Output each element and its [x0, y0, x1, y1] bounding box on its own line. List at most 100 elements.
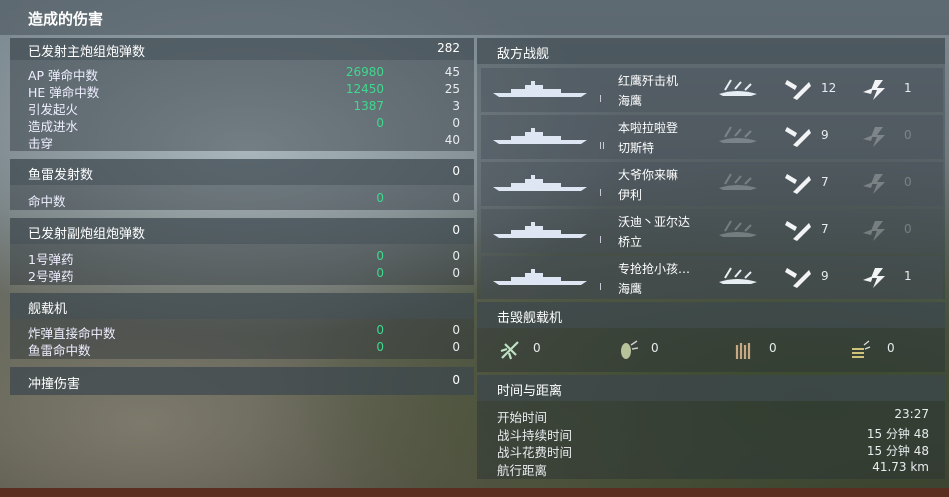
- enemy-panel: 敌方战舰 I 红鹰歼击机 海鹰 12 1 II 本啦拉啦登 切斯特 9 0 I 大爷你来嘛 伊利 7 0 I 沃…: [477, 38, 945, 479]
- ram-header: 冲撞伤害 0: [10, 367, 474, 395]
- player-name: 沃迪丶亚尔达: [618, 215, 691, 229]
- enemy-ship-row[interactable]: I 大爷你来嘛 伊利 7 0: [481, 162, 943, 206]
- stat-row: AP 弹命中数 26980 45: [10, 64, 474, 83]
- ship-name: 伊利: [618, 188, 643, 202]
- hit-count: 7: [821, 175, 829, 189]
- time-label: 航行距离: [497, 462, 548, 478]
- stat-value: 25: [444, 82, 460, 96]
- torpedo-count: 0: [452, 164, 460, 178]
- stat-row: HE 弹命中数 12450 25: [10, 81, 474, 100]
- stat-row: 引发起火 1387 3: [10, 98, 474, 117]
- stat-value: 0: [452, 116, 460, 130]
- player-name: 本啦拉啦登: [618, 121, 679, 135]
- secondary-body: 1号弹药 0 0 2号弹药 0 0: [10, 244, 474, 285]
- enemy-header: 敌方战舰: [477, 38, 945, 64]
- kill-icon: [861, 170, 891, 200]
- stat-label: 2号弹药: [28, 269, 74, 284]
- enemy-ship-row[interactable]: I 专抢抢小孩… 海鹰 9 1: [481, 256, 943, 299]
- planes-header: 击毁舰载机: [477, 302, 945, 328]
- stat-value: 0: [452, 323, 460, 337]
- torpedo-body: 命中数 0 0: [10, 185, 474, 210]
- stat-row: 鱼雷命中数 0 0: [10, 339, 474, 358]
- time-row: 开始时间 23:27: [477, 405, 945, 425]
- kill-count: 0: [904, 128, 912, 142]
- ship-name: 切斯特: [618, 141, 655, 155]
- time-value: 41.73 km: [872, 459, 929, 474]
- stat-value: 0: [452, 249, 460, 263]
- stat-damage: 12450: [345, 82, 384, 96]
- detection-icon: [717, 123, 761, 149]
- aircraft-label: 舰载机: [28, 302, 68, 317]
- fighter-plane-icon: [499, 339, 521, 365]
- ship-tier: II: [599, 141, 605, 152]
- enemy-ship-row[interactable]: I 红鹰歼击机海鹰 12 1: [481, 68, 943, 112]
- stat-value: 0: [452, 191, 460, 205]
- hit-icon: [783, 217, 813, 247]
- rockets-icon: [733, 339, 755, 365]
- stat-damage: 0: [376, 266, 384, 280]
- main-battery-body: AP 弹命中数 26980 45 HE 弹命中数 12450 25 引发起火 1387 3 …: [10, 60, 474, 151]
- detection-icon: [717, 264, 761, 290]
- kill-count: 0: [904, 222, 912, 236]
- time-row: 航行距离 41.73 km: [477, 458, 945, 478]
- detection-icon: [717, 217, 761, 243]
- player-name: 大爷你来嘛: [618, 168, 679, 182]
- time-value: 15 分钟 48: [866, 426, 929, 441]
- planes-rocket-count: 0: [769, 341, 777, 355]
- ship-name: 桥立: [618, 235, 643, 249]
- torpedo-label: 鱼雷发射数: [28, 168, 94, 183]
- planes-ammo-count: 0: [887, 341, 895, 355]
- enemy-ship-list[interactable]: I 红鹰歼击机 海鹰 12 1 II 本啦拉啦登 切斯特 9 0 I 大爷你来嘛 伊利 7 0 I 沃迪丶亚尔达…: [477, 64, 945, 299]
- time-row: 战斗花费时间 15 分钟 48: [477, 440, 945, 460]
- hit-icon: [783, 123, 813, 153]
- ship-name: 海鹰: [618, 94, 643, 108]
- enemy-ship-row[interactable]: II 本啦拉啦登 切斯特 9 0: [481, 115, 943, 159]
- stat-damage: 0: [376, 340, 384, 354]
- hit-icon: [783, 76, 813, 106]
- hit-icon: [783, 264, 813, 294]
- ship-tier: I: [599, 188, 602, 199]
- kill-icon: [861, 264, 891, 294]
- ship-name: 海鹰: [618, 282, 643, 296]
- kill-count: 1: [904, 269, 912, 283]
- time-header: 时间与距离: [477, 375, 945, 401]
- ram-count: 0: [452, 373, 460, 387]
- stat-label: 命中数: [28, 194, 66, 209]
- main-battery-header: 已发射主炮组炮弹数 282: [10, 38, 474, 60]
- kill-count: 1: [904, 81, 912, 95]
- player-name: 专抢抢小孩…: [618, 262, 691, 276]
- page-title: 造成的伤害: [28, 10, 104, 28]
- kill-icon: [861, 123, 891, 153]
- ammo-belt-icon: [849, 339, 871, 365]
- ram-label: 冲撞伤害: [28, 377, 81, 392]
- enemy-title: 敌方战舰: [497, 47, 550, 62]
- time-body: 开始时间 23:27 战斗持续时间 15 分钟 48 战斗花费时间 15 分钟 48 …: [477, 401, 945, 479]
- time-title: 时间与距离: [497, 384, 563, 399]
- time-value: 15 分钟 48: [866, 444, 929, 458]
- kill-icon: [861, 217, 891, 247]
- time-row: 战斗持续时间 15 分钟 48: [477, 423, 945, 443]
- ship-tier: I: [599, 282, 602, 293]
- hit-count: 12: [821, 81, 837, 95]
- stat-value: 40: [444, 133, 460, 147]
- stat-row: 击穿 40: [10, 132, 474, 151]
- stat-row: 2号弹药 0 0: [10, 265, 474, 284]
- hit-count: 9: [821, 269, 829, 283]
- ship-tier: I: [599, 94, 602, 105]
- kill-icon: [861, 76, 891, 106]
- top-title-bar: 造成的伤害: [0, 0, 949, 35]
- enemy-ship-row[interactable]: I 沃迪丶亚尔达 桥立 7 0: [481, 209, 943, 253]
- secondary-count: 0: [452, 223, 460, 237]
- bomb-icon: [617, 339, 639, 365]
- detection-icon: [717, 170, 761, 196]
- stat-damage: 1387: [353, 99, 384, 113]
- hit-icon: [783, 170, 813, 200]
- aircraft-body: 炸弹直接命中数 0 0 鱼雷命中数 0 0: [10, 319, 474, 359]
- stat-row: 1号弹药 0 0: [10, 248, 474, 267]
- player-name: 红鹰歼击机: [618, 74, 679, 88]
- stat-value: 45: [444, 65, 460, 79]
- stat-value: 0: [452, 266, 460, 280]
- damage-panel: 已发射主炮组炮弹数 282 AP 弹命中数 26980 45 HE 弹命中数 1245…: [10, 38, 474, 395]
- ship-tier: I: [599, 235, 602, 246]
- aircraft-header: 舰载机: [10, 293, 474, 319]
